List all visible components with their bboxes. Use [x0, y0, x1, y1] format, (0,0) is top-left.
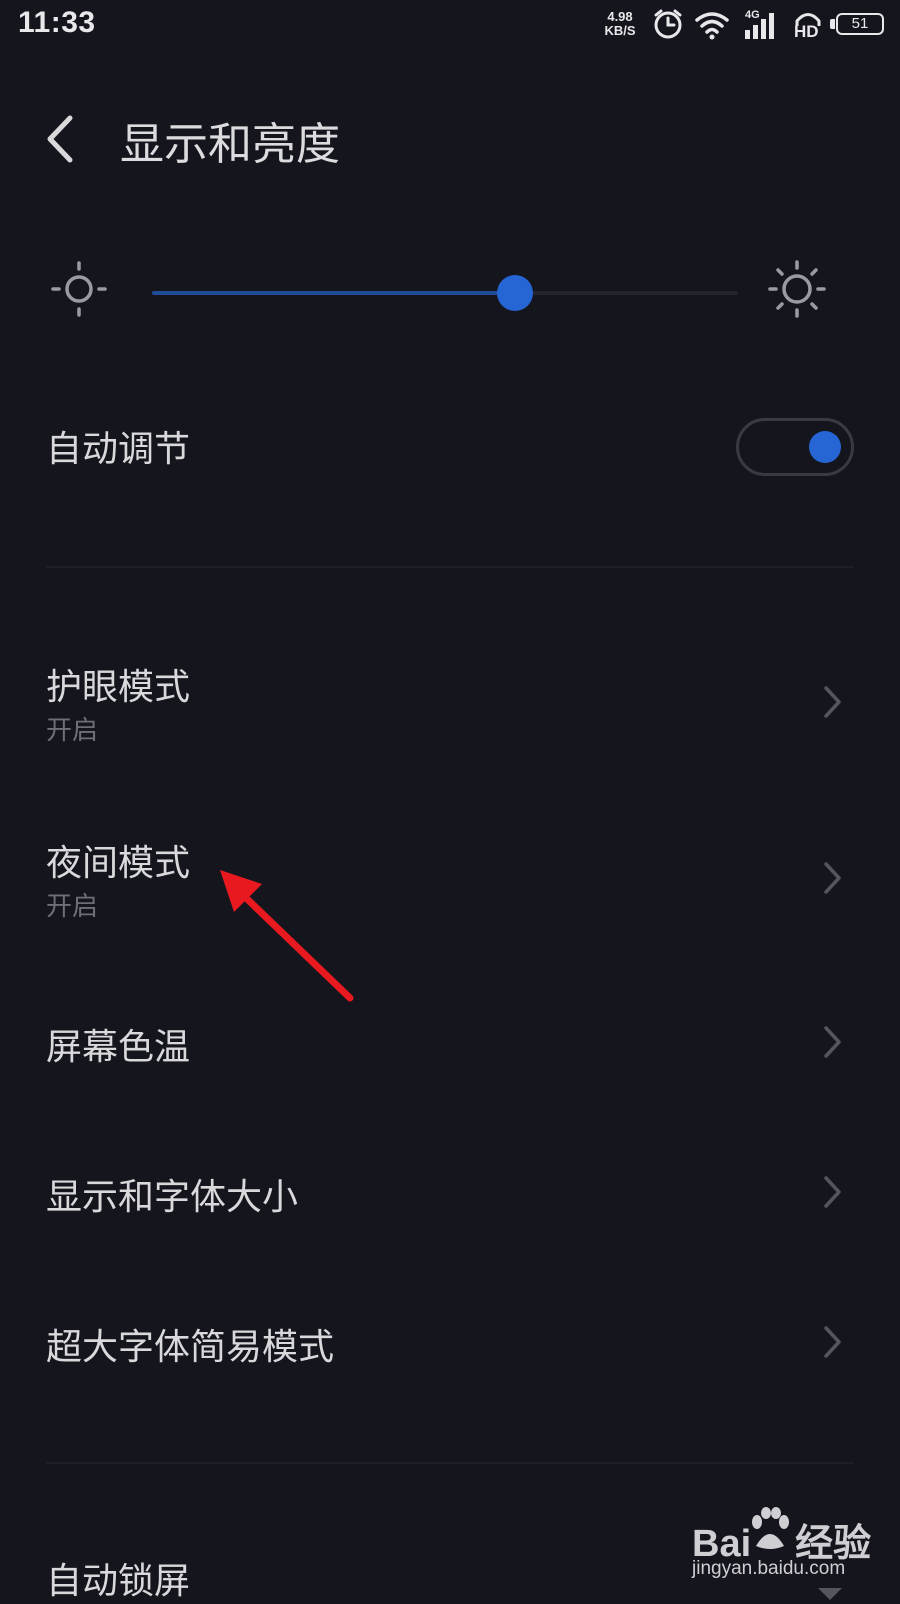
- chevron-right-icon: [824, 862, 841, 894]
- network-speed-value: 4.98: [607, 9, 633, 24]
- wifi-icon: [695, 12, 729, 40]
- watermark-url: jingyan.baidu.com: [692, 1558, 846, 1579]
- large-font-mode-label: 超大字体简易模式: [46, 1327, 335, 1368]
- hd-icon: HD: [794, 22, 819, 41]
- auto-lock-label: 自动锁屏: [46, 1561, 191, 1602]
- chevron-right-icon: [824, 1176, 841, 1208]
- back-arrow-icon[interactable]: [40, 112, 80, 166]
- auto-adjust-label: 自动调节: [46, 429, 191, 470]
- night-mode-value: 开启: [46, 892, 99, 922]
- red-arrow-annotation: [220, 870, 354, 1002]
- network-speed-unit: KB/S: [604, 23, 636, 38]
- eye-protection-label: 护眼模式: [46, 667, 191, 708]
- baidu-paw-icon: [752, 1507, 789, 1549]
- sun-small-icon: [51, 261, 107, 317]
- status-time: 11:33: [18, 6, 96, 39]
- eye-protection-value: 开启: [46, 716, 99, 746]
- chevron-right-icon: [824, 686, 841, 718]
- display-font-size-label: 显示和字体大小: [46, 1177, 299, 1218]
- network-speed: 4.98 KB/S: [600, 10, 640, 38]
- auto-adjust-toggle[interactable]: [736, 418, 854, 476]
- battery-icon: 51: [836, 13, 884, 35]
- brightness-slider-fill: [152, 291, 516, 295]
- color-temperature-label: 屏幕色温: [46, 1027, 191, 1068]
- auto-adjust-toggle-knob: [809, 431, 841, 463]
- chevron-right-icon: [824, 1326, 841, 1358]
- alarm-icon: [654, 9, 682, 39]
- dropdown-triangle-icon: [818, 1588, 842, 1600]
- night-mode-label: 夜间模式: [46, 843, 191, 884]
- divider: [46, 1462, 854, 1464]
- page-title: 显示和亮度: [120, 119, 340, 170]
- battery-tip: [830, 19, 835, 29]
- brightness-slider-thumb[interactable]: [497, 275, 534, 311]
- chevron-right-icon: [824, 1026, 841, 1058]
- signal-icon: [745, 13, 774, 39]
- sun-large-icon: [768, 260, 826, 318]
- divider: [46, 566, 854, 568]
